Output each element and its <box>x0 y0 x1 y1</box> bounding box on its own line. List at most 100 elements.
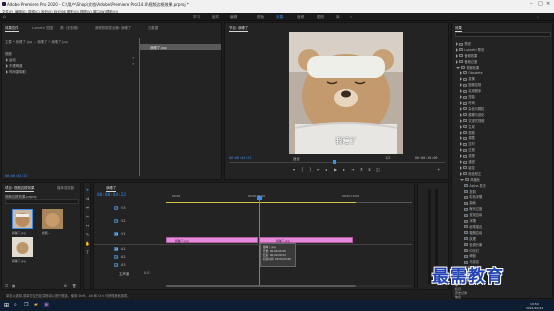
effects-tree-item[interactable]: Lumetri 预设 <box>456 47 484 52</box>
chevron-right-icon[interactable] <box>460 83 462 88</box>
chevron-right-icon[interactable] <box>460 171 462 176</box>
workspace-graphics[interactable]: 图形 <box>317 15 324 20</box>
chevron-right-icon[interactable] <box>460 101 462 105</box>
mark-out-icon[interactable]: } <box>309 167 312 172</box>
type-tool-icon[interactable]: T <box>85 250 90 255</box>
chevron-right-icon[interactable] <box>460 154 462 159</box>
chevron-down-icon[interactable] <box>456 66 460 69</box>
track-select-tool-icon[interactable]: ⇉ <box>85 196 90 201</box>
effects-tree-item[interactable]: 键控 <box>460 165 475 170</box>
step-forward-icon[interactable]: ▸ <box>343 167 345 172</box>
a2-target[interactable]: A2 <box>114 255 118 259</box>
tab-project[interactable]: 项目: 视频边框效果 <box>5 185 35 192</box>
track-v1[interactable]: V1 <box>121 232 125 236</box>
chevron-right-icon[interactable] <box>456 47 458 52</box>
program-scrub-bar[interactable] <box>229 162 445 163</box>
a3-target[interactable]: A3 <box>114 263 118 267</box>
tab-lumetri-scopes[interactable]: Lumetri 范围 <box>32 25 53 30</box>
effects-tree-item[interactable]: 沉浸式视频 <box>460 118 484 123</box>
effect-controls-playhead[interactable] <box>139 38 140 176</box>
razor-tool-icon[interactable]: ✂ <box>85 214 90 219</box>
track-a1[interactable]: A1 <box>121 247 125 251</box>
extract-icon[interactable]: ⊻ <box>368 167 371 172</box>
effects-tree-item[interactable]: 视频效果 <box>456 65 479 70</box>
time-remap-row[interactable]: 时间重映射 <box>6 69 26 74</box>
workspace-libraries[interactable]: 库 <box>336 15 340 20</box>
tab-effects[interactable]: 效果 <box>455 25 462 32</box>
task-view-icon[interactable]: ❐ <box>24 302 28 308</box>
clip-path[interactable]: 主要 * 我睡了.jpg ⌄ 我睡了 * 我睡了.jpg <box>5 39 68 44</box>
effects-tree-item[interactable]: 风格化 <box>460 177 480 182</box>
close-icon[interactable]: × <box>546 1 550 7</box>
opacity-row[interactable]: 不透明度 <box>6 63 23 68</box>
go-to-out-icon[interactable]: ⇥ <box>351 167 354 172</box>
chevron-right-icon[interactable] <box>460 148 462 153</box>
project-search-input[interactable] <box>5 199 79 204</box>
effect-controls-timecode[interactable]: 00:00:04:22 <box>5 174 27 178</box>
v1-target[interactable]: V1 <box>114 232 118 236</box>
work-area-bar[interactable] <box>166 202 356 203</box>
track-a3[interactable]: A3 <box>121 263 125 267</box>
hand-tool-icon[interactable]: ✋ <box>85 241 90 246</box>
new-item-icon[interactable]: ⊞ <box>64 284 67 288</box>
tab-metadata[interactable]: 元数据 <box>148 25 158 30</box>
tab-audio-clip-mixer[interactable]: 音频剪辑混合器: 我睡了 <box>95 25 131 30</box>
tab-media-browser[interactable]: 媒体浏览器 <box>57 185 74 190</box>
project-thumb-bear-1[interactable] <box>12 209 33 229</box>
play-icon[interactable]: ▶ <box>334 167 337 172</box>
timeline-scroll-thumb[interactable] <box>166 285 356 287</box>
slip-tool-icon[interactable]: ↔ <box>85 223 90 228</box>
chevron-right-icon[interactable] <box>456 59 458 64</box>
workspace-learn[interactable]: 学习 <box>193 15 200 20</box>
effects-tree-item[interactable]: 透视 <box>460 153 475 159</box>
effects-tree-item[interactable]: 调整 <box>460 135 475 141</box>
minimize-icon[interactable]: – <box>530 1 533 7</box>
a1-target[interactable]: A1 <box>114 247 118 251</box>
icon-view-icon[interactable]: ▦ <box>12 284 15 288</box>
search-icon[interactable]: ⌕ <box>537 15 539 19</box>
tab-source[interactable]: 源: (无剪辑) <box>60 25 78 30</box>
chevron-right-icon[interactable] <box>460 165 462 170</box>
effects-tree-item[interactable]: 音频效果 <box>456 53 477 58</box>
timeline-playhead-handle[interactable] <box>257 196 262 200</box>
mark-in-icon[interactable]: { <box>301 167 304 172</box>
effects-tree-item[interactable]: 模糊与锐化 <box>460 112 484 117</box>
selection-tool-icon[interactable]: ➤ <box>85 187 90 192</box>
effects-tree-item[interactable]: 扭曲 <box>460 94 475 100</box>
effects-tree-item[interactable]: 阈值 <box>464 253 476 258</box>
effects-tree-item[interactable]: 查找边缘 <box>464 212 482 217</box>
premiere-taskbar-icon[interactable]: ▣ <box>44 302 49 308</box>
effects-tree-item[interactable]: 纹理 <box>464 236 476 241</box>
master-track-value[interactable]: 0.0 <box>144 271 149 275</box>
chevron-right-icon[interactable] <box>460 160 462 164</box>
taskbar-time[interactable]: 19:50 <box>530 302 539 306</box>
workspace-color[interactable]: 颜色 <box>257 15 264 20</box>
button-editor-icon[interactable]: + <box>437 167 440 172</box>
v2-target[interactable]: V2 <box>114 219 118 223</box>
motion-row[interactable]: 运动 <box>6 57 16 62</box>
effects-tree-item[interactable]: 颜色校正 <box>460 171 481 176</box>
effects-tree-item[interactable]: 通道 <box>460 159 475 164</box>
chevron-right-icon[interactable] <box>460 89 462 94</box>
export-frame-icon[interactable]: ◫ <box>376 167 380 172</box>
chevron-right-icon[interactable] <box>460 77 462 82</box>
project-thumb-bear-2[interactable] <box>12 237 33 257</box>
chevron-right-icon[interactable] <box>460 130 462 135</box>
effects-tree-item[interactable]: 时间 <box>460 100 475 105</box>
chevron-right-icon[interactable] <box>460 142 462 147</box>
effects-search-input[interactable] <box>455 32 551 37</box>
effects-tree-item[interactable]: 闪光灯 <box>464 248 479 253</box>
opacity-reset-icon[interactable]: ↺ <box>132 62 135 66</box>
bottom-panel-tab[interactable]: 信息 <box>455 295 461 299</box>
pen-tool-icon[interactable]: ✎ <box>85 232 90 237</box>
effects-tree-item[interactable]: 色调分离 <box>464 242 482 247</box>
effects-tree-item[interactable]: 生成 <box>460 124 475 129</box>
effects-tree-item[interactable]: 复制 <box>464 189 476 194</box>
program-playhead[interactable] <box>333 160 336 164</box>
lift-icon[interactable]: ⊼ <box>360 167 363 172</box>
go-to-in-icon[interactable]: ⇤ <box>317 167 320 172</box>
program-resolution-select[interactable]: 1/2 <box>385 156 390 160</box>
effects-tree-item[interactable]: 视频 <box>460 130 475 135</box>
timeline-clip-1[interactable]: 我睡了.jpg <box>166 237 258 243</box>
ripple-edit-tool-icon[interactable]: ⇹ <box>85 205 90 210</box>
